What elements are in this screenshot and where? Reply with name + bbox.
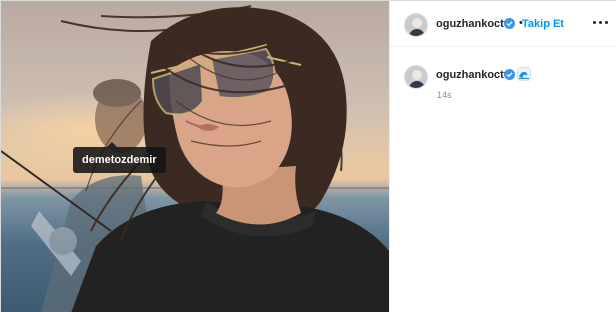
post-sidebar: oguzhankoctv • Takip Et oguzhankoctv 14s [389, 1, 616, 312]
caption-username[interactable]: oguzhankoctv [436, 69, 510, 81]
user-tag[interactable]: demetozdemir [73, 142, 166, 173]
photo-scene [1, 5, 389, 312]
wave-emoji [517, 67, 531, 81]
user-tag-label: demetozdemir [82, 154, 157, 166]
verified-badge-icon [504, 69, 515, 80]
avatar[interactable] [404, 13, 428, 37]
caption-avatar[interactable] [404, 65, 428, 89]
post-header: oguzhankoctv • Takip Et [390, 1, 616, 47]
verified-badge-icon [504, 18, 515, 29]
post-time: 14s [437, 90, 452, 100]
header-username[interactable]: oguzhankoctv [436, 18, 510, 30]
follow-button[interactable]: Takip Et [522, 18, 564, 30]
post-modal: demetozdemir oguzhankoctv • Takip Et ogu… [0, 0, 616, 312]
post-photo[interactable]: demetozdemir [1, 1, 389, 312]
more-options-icon[interactable] [592, 13, 610, 31]
